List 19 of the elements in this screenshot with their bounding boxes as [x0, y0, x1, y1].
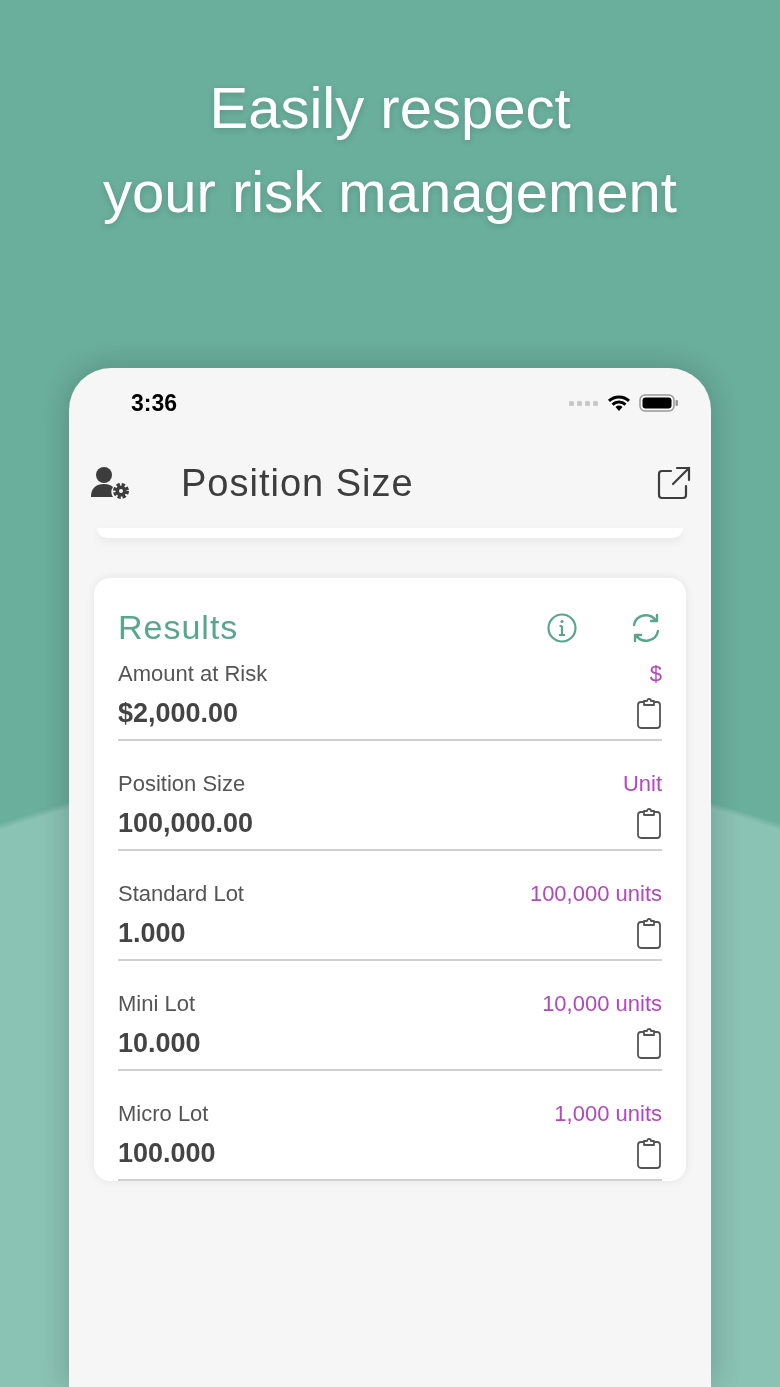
status-time: 3:36: [131, 389, 178, 417]
result-value: 100.000: [118, 1137, 216, 1169]
unit-label: 10,000 units: [542, 991, 662, 1017]
field-label: Mini Lot: [118, 991, 196, 1017]
screen-title: Position Size: [180, 461, 415, 505]
result-value: 10.000: [118, 1027, 201, 1059]
field-label: Amount at Risk: [118, 661, 268, 687]
unit-label: 100,000 units: [529, 881, 662, 907]
unit-label: Unit: [622, 771, 662, 797]
unit-label: $: [649, 661, 662, 687]
result-value: 1.000: [118, 917, 186, 949]
field-label: Micro Lot: [118, 1101, 209, 1127]
field-label: Position Size: [118, 771, 246, 797]
headline: Easily respect your risk management: [102, 74, 678, 226]
field-label: Standard Lot: [118, 881, 244, 907]
section-title: Results: [118, 608, 240, 647]
result-value: 100,000.00: [118, 807, 254, 839]
unit-label: 1,000 units: [554, 1101, 662, 1127]
result-value: $2,000.00: [118, 697, 239, 729]
